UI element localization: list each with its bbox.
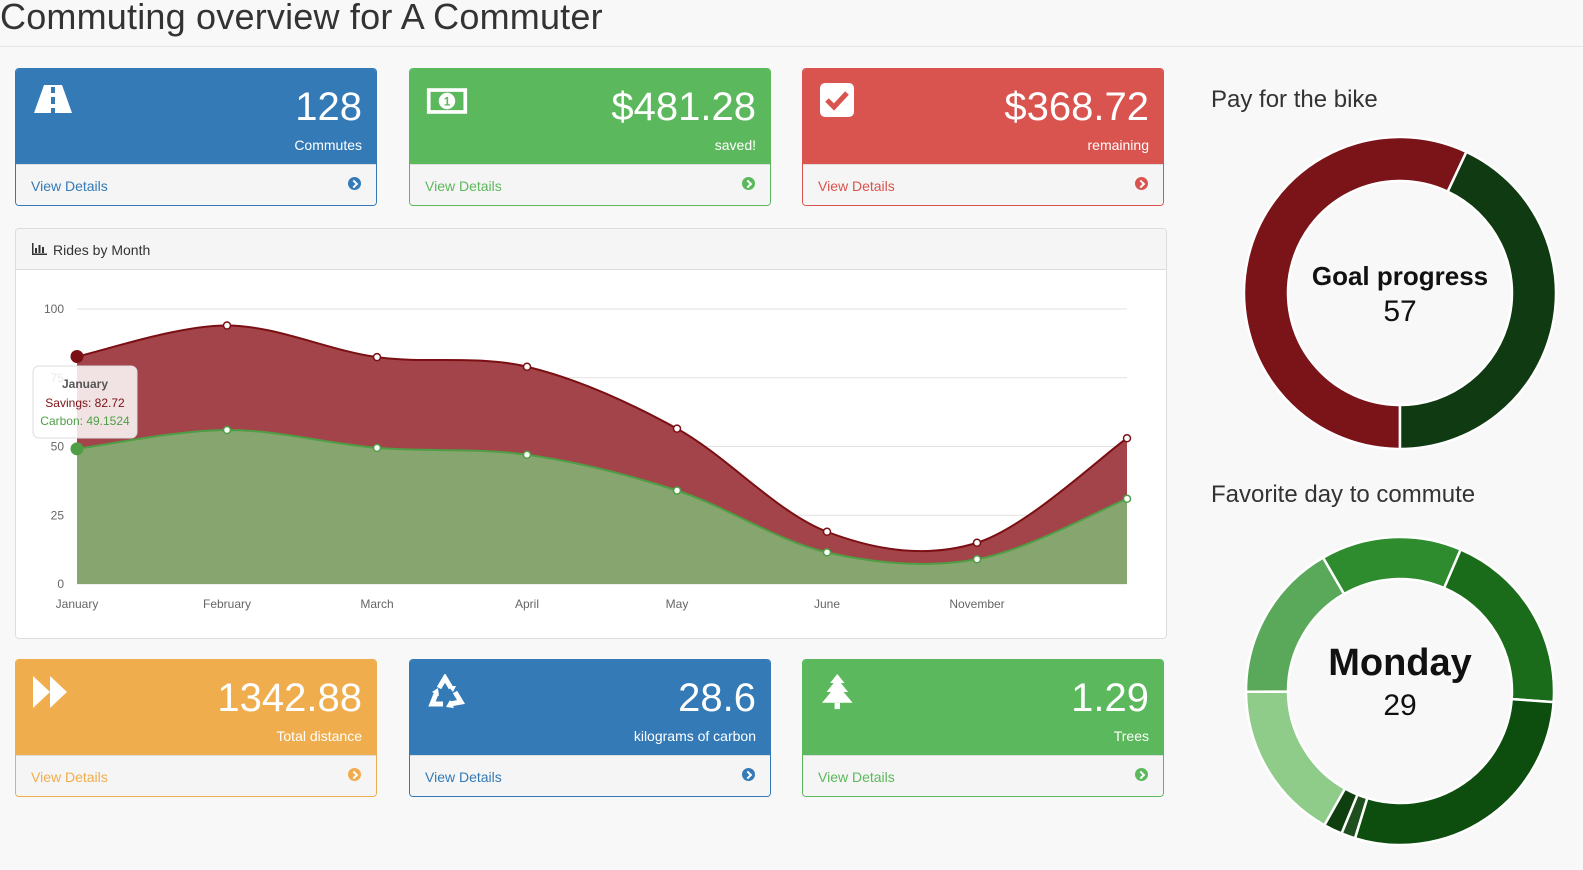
arrow-circle-right-icon[interactable] — [348, 768, 361, 781]
data-point[interactable] — [972, 538, 982, 547]
svg-text:1: 1 — [444, 95, 451, 109]
arrow-circle-right-icon[interactable] — [348, 177, 361, 190]
view-details-link[interactable]: View Details — [818, 178, 895, 194]
arrow-circle-right-icon[interactable] — [1135, 177, 1148, 190]
favorite-day-center-label: Monday — [1328, 642, 1472, 684]
recycle-icon — [428, 674, 466, 708]
goal-title: Pay for the bike — [1211, 86, 1378, 113]
data-point[interactable] — [522, 362, 532, 371]
x-tick-label: June — [814, 597, 840, 611]
goal-center-value: 57 — [1383, 295, 1417, 328]
donut-segment[interactable] — [1321, 535, 1463, 596]
distance-value: 1342.88 — [217, 676, 362, 720]
saved-view-details[interactable]: View Details — [410, 164, 770, 205]
data-point[interactable] — [70, 350, 84, 364]
remaining-view-details[interactable]: View Details — [803, 164, 1163, 205]
y-tick-label: 50 — [51, 440, 65, 454]
commutes-panel: 128 Commutes View Details — [15, 68, 377, 206]
saved-label: saved! — [714, 137, 756, 153]
chart-tooltip: January Savings: 82.72 Carbon: 49.1524 — [32, 365, 138, 439]
y-tick-label: 0 — [57, 577, 64, 591]
view-details-link[interactable]: View Details — [31, 769, 108, 785]
view-details-link[interactable]: View Details — [818, 769, 895, 785]
road-icon — [34, 85, 72, 113]
remaining-panel: $368.72 remaining View Details — [802, 68, 1164, 206]
rides-by-month-panel: Rides by Month 0255075100JanuaryFebruary… — [15, 228, 1167, 639]
tooltip-carbon: Carbon: 49.1524 — [40, 414, 130, 428]
x-tick-label: February — [203, 597, 251, 611]
remaining-label: remaining — [1087, 137, 1149, 153]
favorite-day-donut[interactable]: Monday 29 — [1242, 533, 1558, 849]
carbon-label: kilograms of carbon — [633, 728, 756, 744]
favorite-day-center-value: 29 — [1383, 689, 1417, 722]
data-point[interactable] — [1122, 434, 1132, 443]
trees-panel: 1.29 Trees View Details — [802, 659, 1164, 797]
data-point[interactable] — [1122, 494, 1132, 503]
data-point[interactable] — [822, 548, 832, 557]
x-tick-label: November — [949, 597, 1004, 611]
check-square-icon — [820, 83, 854, 117]
fast-forward-icon — [33, 676, 67, 708]
distance-view-details[interactable]: View Details — [16, 755, 376, 796]
money-icon: 1 — [426, 88, 468, 114]
tooltip-savings: Savings: 82.72 — [45, 396, 125, 410]
data-point[interactable] — [672, 424, 682, 433]
data-point[interactable] — [672, 486, 682, 495]
trees-value: 1.29 — [1071, 676, 1149, 720]
data-point[interactable] — [222, 321, 232, 330]
goal-center-label: Goal progress — [1311, 261, 1489, 291]
data-point[interactable] — [372, 443, 382, 453]
x-tick-label: March — [360, 597, 393, 611]
page-title: Commuting overview for A Commuter — [0, 0, 603, 37]
carbon-value: 28.6 — [678, 676, 756, 720]
view-details-link[interactable]: View Details — [425, 769, 502, 785]
carbon-view-details[interactable]: View Details — [410, 755, 770, 796]
bar-chart-icon — [32, 243, 47, 255]
data-point[interactable] — [70, 442, 84, 456]
chart-title: Rides by Month — [53, 242, 151, 258]
data-point[interactable] — [972, 555, 982, 564]
y-tick-label: 25 — [51, 508, 65, 522]
saved-value: $481.28 — [611, 85, 756, 129]
commutes-view-details[interactable]: View Details — [16, 164, 376, 205]
arrow-circle-right-icon[interactable] — [742, 177, 755, 190]
view-details-link[interactable]: View Details — [425, 178, 502, 194]
commutes-label: Commutes — [294, 137, 362, 153]
remaining-value: $368.72 — [1004, 85, 1149, 129]
arrow-circle-right-icon[interactable] — [1135, 768, 1148, 781]
trees-label: Trees — [1113, 728, 1149, 744]
title-divider — [0, 46, 1583, 47]
saved-panel: 1 $481.28 saved! View Details — [409, 68, 771, 206]
data-point[interactable] — [822, 527, 832, 536]
tooltip-month: January — [62, 377, 108, 391]
x-tick-label: January — [56, 597, 99, 611]
favorite-day-title: Favorite day to commute — [1211, 481, 1476, 508]
goal-donut[interactable]: Goal progress 57 — [1242, 135, 1558, 451]
x-tick-label: April — [515, 597, 539, 611]
y-tick-label: 100 — [44, 302, 64, 316]
commutes-value: 128 — [295, 85, 362, 129]
data-point[interactable] — [372, 352, 382, 362]
carbon-panel: 28.6 kilograms of carbon View Details — [409, 659, 771, 797]
data-point[interactable] — [222, 425, 232, 435]
distance-label: Total distance — [276, 728, 362, 744]
x-tick-label: May — [666, 597, 689, 611]
tree-icon — [822, 674, 853, 710]
distance-panel: 1342.88 Total distance View Details — [15, 659, 377, 797]
arrow-circle-right-icon[interactable] — [742, 768, 755, 781]
rides-area-chart[interactable]: 0255075100JanuaryFebruaryMarchAprilMayJu… — [16, 269, 1166, 638]
trees-view-details[interactable]: View Details — [803, 755, 1163, 796]
data-point[interactable] — [522, 450, 532, 459]
view-details-link[interactable]: View Details — [31, 178, 108, 194]
